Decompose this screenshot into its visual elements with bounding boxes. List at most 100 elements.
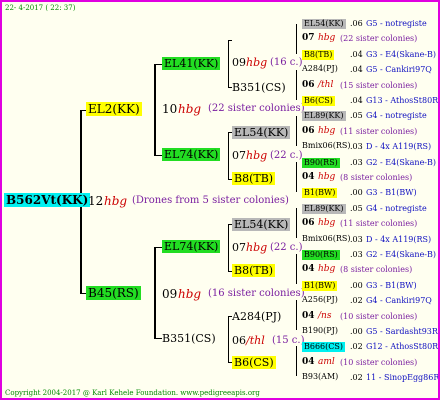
g3-queen[interactable]: B666(CS) — [302, 342, 345, 353]
g2-d[interactable]: B351(CS) — [162, 333, 216, 344]
g3-info: G5 - Sardasht93R — [366, 327, 438, 336]
g3-info: D - 4x A119(RS) — [366, 234, 432, 244]
g2c-year: 07 — [232, 241, 246, 254]
g2c-top[interactable]: EL54(KK) — [232, 218, 291, 231]
g3-hbg: hbg — [318, 33, 336, 44]
g3-queen[interactable]: Bmix06(RS) — [302, 142, 350, 150]
g3-extra: .06 — [350, 19, 363, 28]
g2b-note: (22 c.) — [270, 150, 303, 161]
g3-info: G2 - E4(Skane-B) — [366, 157, 437, 167]
g2a-hbg: hbg — [246, 56, 268, 69]
g3-year: 07 — [302, 33, 315, 44]
g2c-hbg: hbg — [246, 241, 268, 254]
g3-hbg: hbg — [318, 218, 336, 229]
g3-info: G2 - E4(Skane-B) — [366, 250, 437, 259]
branch-line — [154, 64, 156, 156]
g3-queen[interactable]: B190(PJ) — [302, 327, 338, 335]
branch-line — [154, 155, 162, 156]
root-queen[interactable]: B562Vt(KK) — [4, 193, 91, 207]
g2a-sire[interactable]: B351(CS) — [232, 82, 286, 93]
g3-queen[interactable]: B8(TB) — [302, 49, 335, 60]
g3-info: G13 - AthosSt80R — [366, 96, 439, 105]
g2d-bot[interactable]: B6(CS) — [232, 356, 276, 369]
g2a-year: 09 — [232, 56, 246, 69]
g2-b[interactable]: EL74(KK) — [162, 148, 221, 161]
branch-line — [228, 40, 229, 88]
copyright-footer: Copyright 2004-2017 @ Karl Kehele Founda… — [5, 389, 260, 397]
g3-info: G3 - B1(BW) — [366, 188, 417, 198]
g3-queen[interactable]: EL89(KK) — [302, 203, 346, 214]
branch-line — [154, 338, 162, 339]
dam-queen[interactable]: B45(RS) — [86, 286, 141, 300]
dam-year: 09 — [162, 287, 178, 301]
g3-queen[interactable]: B90(RS) — [302, 157, 340, 168]
g3-queen[interactable]: Bmix06(RS) — [302, 234, 350, 243]
g3-queen[interactable]: A256(PJ) — [302, 296, 338, 304]
g3-note: (11 sister colonies) — [340, 219, 418, 229]
g3-note: (8 sister colonies) — [340, 173, 413, 182]
g3-year: 04 — [302, 264, 315, 275]
g3-info: G3 - B1(BW) — [366, 280, 417, 290]
g3-queen[interactable]: B1(BW) — [302, 280, 338, 291]
g3-queen[interactable]: A284(PJ) — [302, 65, 338, 73]
branch-line — [228, 132, 229, 180]
g2-a[interactable]: EL41(KK) — [162, 57, 221, 70]
pedigree-frame: 22- 4-2017 ( 22: 37) B562Vt(KK) 12 hbg (… — [0, 0, 440, 400]
g3-queen[interactable]: B93(AM) — [302, 373, 338, 381]
g3-extra: .02 — [350, 373, 363, 383]
g3-info: G5 - Cankiri97Q — [366, 65, 432, 75]
g3-note: (10 sister colonies) — [340, 357, 418, 367]
branch-line — [296, 116, 297, 146]
g3-hbg: hbg — [318, 125, 336, 136]
branch-line — [296, 300, 297, 330]
g3-info: 11 - SinopEgg86R — [366, 373, 440, 383]
g3-year: 06 — [302, 218, 315, 229]
g3-extra: .02 — [350, 296, 363, 306]
g3-queen[interactable]: EL89(KK) — [302, 111, 346, 122]
g3-year: 04 — [302, 356, 315, 367]
g3-extra: .04 — [350, 49, 363, 59]
g3-year: 04 — [302, 310, 315, 321]
g3-extra: .02 — [350, 342, 363, 352]
g2c-bot[interactable]: B8(TB) — [232, 264, 276, 277]
g2d-top[interactable]: A284(PJ) — [232, 311, 281, 322]
g3-note: (15 sister colonies) — [340, 80, 418, 90]
g2c-note: (22 c.) — [270, 242, 303, 253]
g2b-bot[interactable]: B8(TB) — [232, 172, 276, 185]
g3-extra: .04 — [350, 96, 363, 105]
sire-queen[interactable]: EL2(KK) — [86, 102, 142, 116]
g2b-top[interactable]: EL54(KK) — [232, 126, 291, 139]
g2b-hbg: hbg — [246, 149, 268, 162]
g3-info: G5 - notregiste — [366, 19, 427, 28]
g3-note: (10 sister colonies) — [340, 311, 418, 321]
branch-line — [228, 224, 229, 272]
branch-line — [154, 64, 162, 65]
g3-queen[interactable]: B1(BW) — [302, 188, 338, 199]
g3-extra: .00 — [350, 188, 363, 198]
g3-hbg: /ns — [318, 310, 332, 321]
g3-year: 04 — [302, 172, 315, 182]
date-header: 22- 4-2017 ( 22: 37) — [5, 4, 76, 12]
branch-line — [154, 247, 156, 339]
g3-extra: .03 — [350, 250, 363, 259]
g3-note: (11 sister colonies) — [340, 126, 418, 136]
g3-info: D - 4x A119(RS) — [366, 142, 432, 152]
g3-queen[interactable]: B90(RS) — [302, 250, 340, 260]
branch-line — [296, 346, 297, 376]
g3-note: (8 sister colonies) — [340, 265, 413, 275]
g3-hbg: hbg — [318, 172, 336, 182]
g3-info: G12 - AthosSt80R — [366, 342, 439, 352]
g3-queen[interactable]: EL54(KK) — [302, 19, 346, 29]
branch-line — [296, 24, 297, 54]
branch-line — [296, 254, 297, 284]
branch-line — [228, 316, 229, 363]
g3-extra: .05 — [350, 111, 363, 121]
g3-info: G4 - Cankiri97Q — [366, 296, 432, 306]
g3-queen[interactable]: B6(CS) — [302, 96, 335, 106]
g3-extra: .03 — [350, 157, 363, 167]
g3-info: G4 - notregiste — [366, 111, 427, 121]
g3-year: 06 — [302, 125, 315, 136]
sire-hbg: hbg — [178, 102, 202, 116]
g3-year: 06 — [302, 79, 315, 90]
g2-c[interactable]: EL74(KK) — [162, 240, 221, 253]
